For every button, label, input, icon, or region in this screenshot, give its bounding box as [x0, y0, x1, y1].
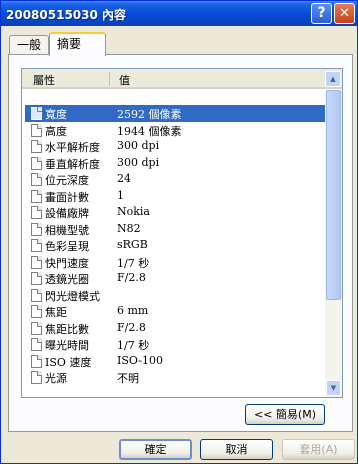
document-icon: [31, 239, 42, 252]
property-name: ISO 速度: [45, 355, 92, 369]
scroll-up-arrow[interactable]: ▲: [325, 71, 341, 87]
list-item[interactable]: 寬度 2592 個像素: [25, 105, 325, 122]
list-item[interactable]: 相機型號 N82: [25, 221, 325, 238]
property-name: 色彩呈現: [45, 240, 89, 253]
document-icon: [31, 321, 42, 335]
document-icon: [31, 206, 42, 219]
property-value: sRGB: [117, 238, 148, 251]
list-item[interactable]: 位元深度 24: [25, 171, 325, 188]
column-header-property[interactable]: 屬性: [33, 72, 55, 88]
list-item[interactable]: 閃光燈模式: [25, 287, 325, 304]
apply-button[interactable]: 套用(A): [282, 439, 355, 460]
scrollbar-thumb[interactable]: [326, 90, 341, 300]
ok-button[interactable]: 確定: [119, 439, 192, 460]
property-name: 光源: [45, 372, 67, 385]
list-item[interactable]: 高度 1944 個像素: [25, 122, 325, 139]
property-value: 1/7 秒: [117, 339, 150, 352]
document-icon: [31, 156, 42, 170]
vertical-scrollbar[interactable]: ▼: [325, 90, 342, 397]
document-icon: [31, 288, 42, 302]
list-item[interactable]: 光源 不明: [25, 369, 325, 386]
close-button[interactable]: ✕: [334, 3, 355, 24]
window-title: 20080515030 內容: [6, 8, 127, 22]
column-divider[interactable]: [109, 72, 110, 86]
property-name: 焦距比數: [45, 322, 89, 336]
document-icon: [31, 305, 42, 318]
list-item[interactable]: 畫面計數 1: [25, 188, 325, 205]
property-name: 透鏡光圈: [45, 273, 89, 286]
list-item[interactable]: 焦距 6 mm: [25, 303, 325, 320]
document-icon: [31, 371, 42, 384]
property-name: 曝光時間: [45, 339, 89, 352]
property-value: 300 dpi: [117, 139, 160, 152]
property-list[interactable]: 屬性 值 ▲ ▼ 寬度 2592 個像素高度 1944 個像素水平解析度 300 dp…: [21, 68, 343, 398]
property-name: 設備廠牌: [45, 207, 89, 220]
document-icon: [31, 338, 42, 351]
document-icon: [31, 173, 42, 186]
document-icon: [31, 140, 42, 153]
scroll-down-arrow[interactable]: ▼: [326, 380, 341, 396]
list-item[interactable]: 水平解析度 300 dpi: [25, 138, 325, 155]
property-value: 300 dpi: [117, 155, 160, 169]
properties-dialog: 20080515030 內容 ? ✕ 一般 摘要 屬性 值 ▲ ▼ 寬度 2592…: [0, 0, 358, 464]
column-header-value[interactable]: 值: [119, 72, 130, 88]
property-value: 1944 個像素: [117, 124, 182, 138]
list-item[interactable]: 快門速度 1/7 秒: [25, 254, 325, 271]
document-icon: [31, 107, 42, 120]
document-icon: [31, 255, 42, 269]
list-item[interactable]: 設備廠牌 Nokia: [25, 204, 325, 221]
property-value: ISO-100: [117, 353, 164, 367]
tab-general[interactable]: 一般: [9, 35, 49, 55]
property-name: 高度: [45, 124, 67, 138]
property-value: F/2.8: [117, 271, 146, 284]
property-name: 寬度: [45, 108, 67, 121]
property-name: 位元深度: [45, 174, 89, 187]
property-value: 1: [117, 188, 124, 202]
document-icon: [31, 222, 42, 236]
simple-view-button[interactable]: << 簡易(M): [245, 404, 325, 425]
help-button[interactable]: ?: [311, 3, 332, 24]
document-icon: [31, 354, 42, 368]
document-icon: [31, 189, 42, 203]
property-name: 焦距: [45, 306, 67, 319]
property-name: 水平解析度: [45, 141, 100, 154]
title-bar[interactable]: 20080515030 內容 ? ✕: [1, 1, 357, 26]
property-value: N82: [117, 221, 141, 235]
list-item[interactable]: 透鏡光圈 F/2.8: [25, 270, 325, 287]
tab-summary[interactable]: 摘要: [49, 32, 106, 56]
list-item[interactable]: 曝光時間 1/7 秒: [25, 336, 325, 353]
property-value: Nokia: [117, 205, 150, 218]
property-value: 24: [117, 172, 131, 185]
property-value: 1/7 秒: [117, 256, 150, 270]
list-item[interactable]: 色彩呈現 sRGB: [25, 237, 325, 254]
property-name: 相機型號: [45, 223, 89, 237]
list-item[interactable]: 焦距比數 F/2.8: [25, 320, 325, 337]
property-name: 閃光燈模式: [45, 289, 100, 303]
list-item[interactable]: 垂直解析度 300 dpi: [25, 155, 325, 172]
property-value: F/2.8: [117, 320, 146, 334]
list-item[interactable]: ISO 速度 ISO-100: [25, 353, 325, 370]
document-icon: [31, 272, 42, 285]
property-value: 6 mm: [117, 304, 149, 317]
property-value: 2592 個像素: [117, 108, 182, 121]
property-rows: 寬度 2592 個像素高度 1944 個像素水平解析度 300 dpi 垂直解析度 300…: [25, 105, 325, 386]
cancel-button[interactable]: 取消: [200, 439, 273, 460]
property-name: 快門速度: [45, 256, 89, 270]
property-value: 不明: [117, 372, 139, 385]
document-icon: [31, 123, 42, 137]
property-name: 垂直解析度: [45, 157, 100, 171]
property-name: 畫面計數: [45, 190, 89, 204]
list-header: 屬性 值: [22, 69, 342, 89]
